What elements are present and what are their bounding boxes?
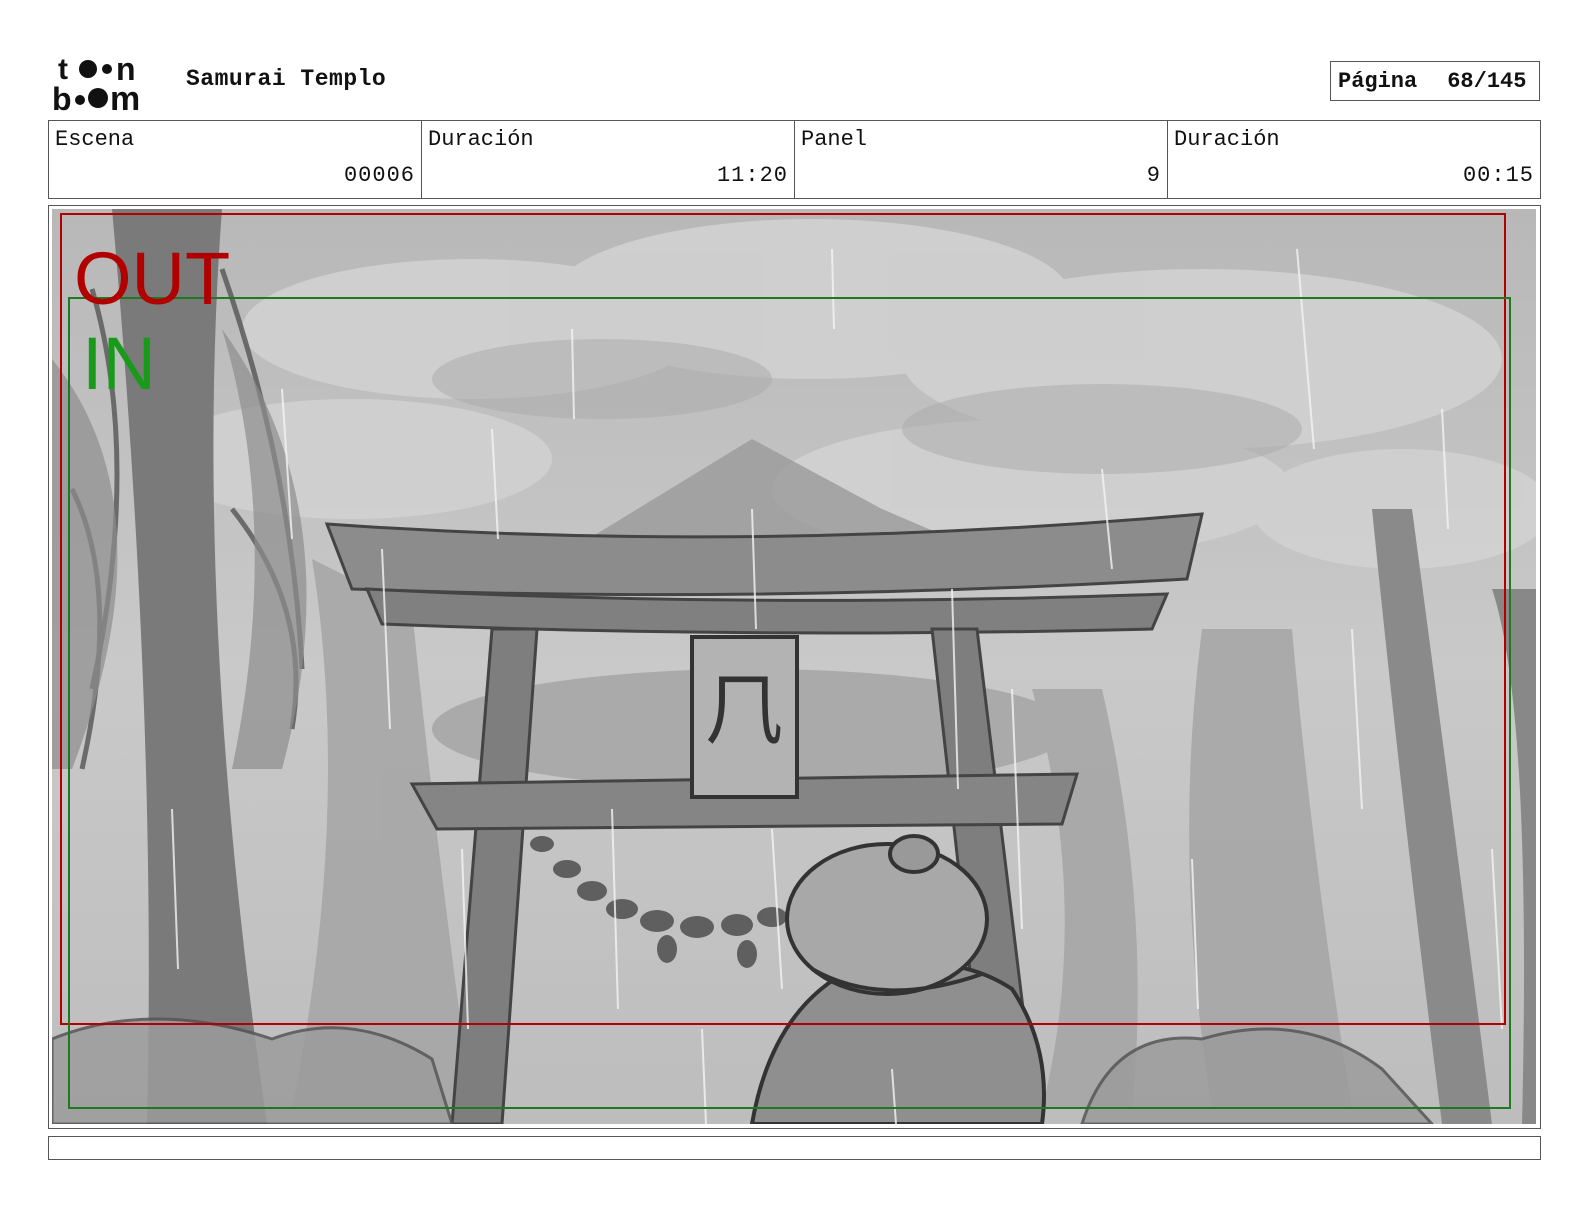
scene-duration-label: Duración [428,127,534,152]
page-label: Página [1338,68,1418,94]
scene-duration-cell: Duración 11:20 [422,121,795,198]
scene-duration-value: 11:20 [716,163,788,188]
panel-label: Panel [801,127,868,152]
panel-duration-label: Duración [1174,127,1280,152]
panel-cell: Panel 9 [795,121,1168,198]
scene-value: 00006 [343,163,415,188]
scene-label: Escena [55,127,135,152]
notes-box [48,1136,1541,1160]
svg-text:m: m [110,80,140,112]
gate-sign: 𠘨 [705,666,783,756]
toon-boom-logo: t n b m [52,52,140,112]
panel-duration-cell: Duración 00:15 [1168,121,1540,198]
panel-duration-value: 00:15 [1462,163,1534,188]
panel-sketch: 𠘨 OUT IN [52,209,1536,1124]
info-table: Escena 00006 Duración 11:20 Panel 9 Dura… [48,120,1541,199]
out-label: OUT [74,237,230,320]
in-label: IN [82,322,156,405]
scene-cell: Escena 00006 [49,121,422,198]
svg-text:b: b [52,81,72,112]
project-title: Samurai Templo [186,66,387,92]
panel-value: 9 [1146,163,1161,188]
page-number: 68/145 [1447,68,1527,94]
page-indicator: Página 68/145 [1330,61,1540,101]
storyboard-panel: 𠘨 OUT IN [48,205,1541,1129]
